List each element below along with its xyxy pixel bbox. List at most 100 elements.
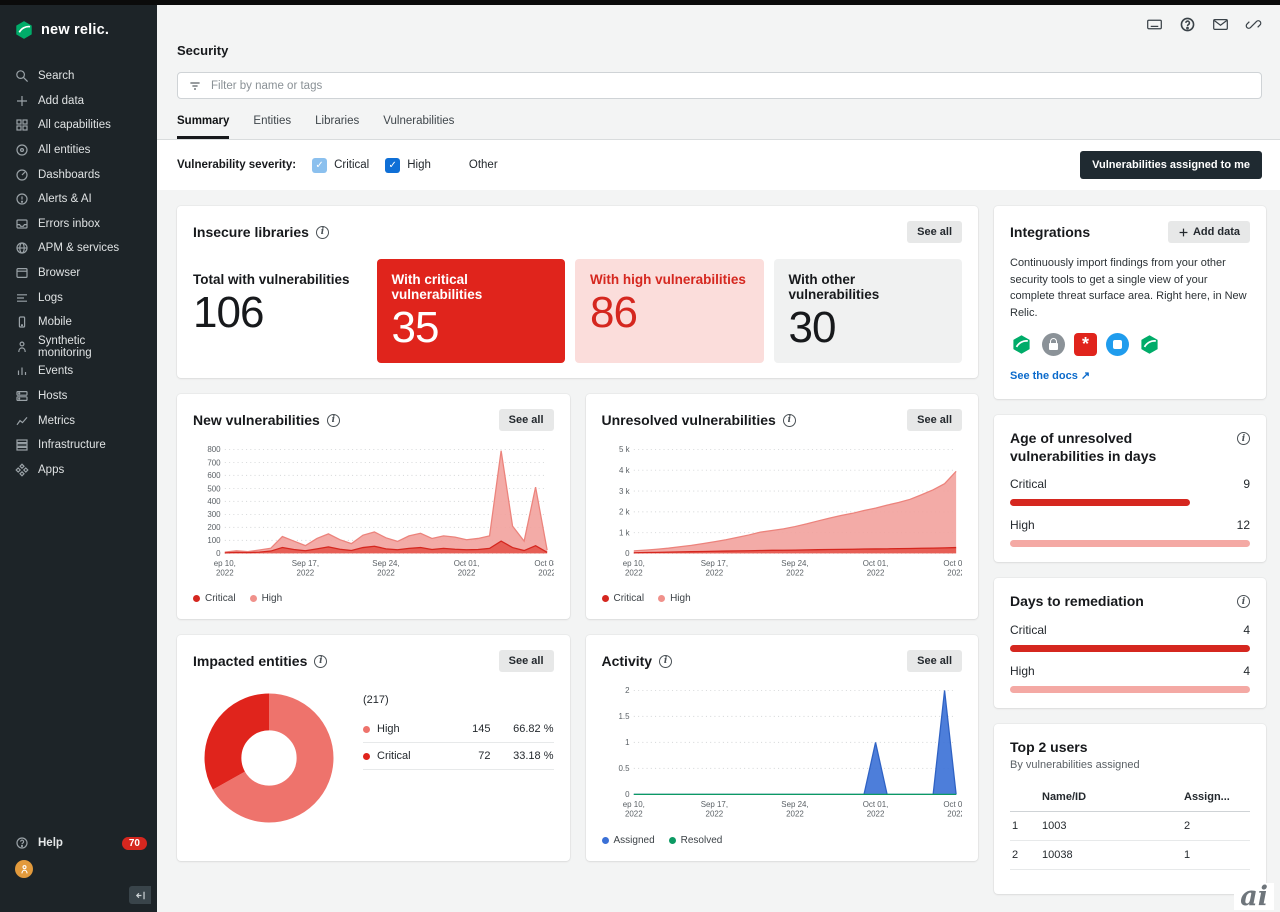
docker-icon[interactable]	[1106, 333, 1129, 356]
svg-text:300: 300	[207, 510, 221, 519]
help-badge: 70	[122, 837, 147, 850]
sidebar-item-search[interactable]: Search	[0, 64, 157, 89]
user-avatar[interactable]	[15, 860, 33, 878]
severity-other-checkbox[interactable]: Other	[447, 158, 498, 173]
severity-other-label: Other	[469, 159, 498, 171]
snowflake-icon[interactable]: *	[1074, 333, 1097, 356]
sidebar-item-events[interactable]: Events	[0, 359, 157, 384]
insecure-libraries-title: Insecure libraries	[193, 224, 309, 240]
table-row[interactable]: 1 1003 2	[1010, 812, 1250, 841]
sidebar-item-apps[interactable]: Apps	[0, 458, 157, 483]
bar-value: 12	[1237, 518, 1250, 532]
sidebar-item-all-entities[interactable]: All entities	[0, 138, 157, 163]
svg-text:1.5: 1.5	[618, 713, 630, 722]
email-icon[interactable]	[1212, 16, 1229, 33]
legend-label[interactable]: High	[670, 593, 691, 604]
top-users-table: Name/ID Assign... 1 1003 2 2 10038 1	[1010, 783, 1250, 870]
see-all-button[interactable]: See all	[907, 650, 962, 672]
sidebar-item-dashboards[interactable]: Dashboards	[0, 162, 157, 187]
tab-summary[interactable]: Summary	[177, 115, 229, 139]
keyboard-shortcuts-icon[interactable]	[1146, 16, 1163, 33]
vulnerabilities-assigned-to-me-button[interactable]: Vulnerabilities assigned to me	[1080, 151, 1262, 179]
info-icon[interactable]: i	[1237, 432, 1250, 445]
severity-high-label: High	[407, 159, 431, 171]
sidebar-item-all-capabilities[interactable]: All capabilities	[0, 113, 157, 138]
tile-label: Total with vulnerabilities	[193, 272, 352, 287]
info-icon[interactable]: i	[316, 226, 329, 239]
filter-input[interactable]	[211, 80, 1251, 92]
sidebar-item-help[interactable]: Help 70	[0, 830, 157, 856]
user-avatar-row	[0, 856, 157, 882]
sidebar-item-logs[interactable]: Logs	[0, 285, 157, 310]
see-the-docs-link[interactable]: See the docs ↗	[1010, 370, 1090, 382]
sidebar-item-synthetic-monitoring[interactable]: Synthetic monitoring	[0, 335, 157, 360]
tile-critical-vulnerabilities[interactable]: With critical vulnerabilities 35	[377, 259, 566, 363]
sidebar-item-add-data[interactable]: Add data	[0, 89, 157, 114]
svg-text:ep 10,: ep 10,	[622, 801, 644, 810]
new-vulnerabilities-chart[interactable]: 8007006005004003002001000ep 10,2022Sep 1…	[193, 441, 554, 589]
see-all-button[interactable]: See all	[907, 221, 962, 243]
svg-text:Oct 08,: Oct 08,	[943, 801, 962, 810]
svg-text:500: 500	[207, 484, 221, 493]
sidebar-item-alerts-ai[interactable]: Alerts & AI	[0, 187, 157, 212]
add-data-button[interactable]: Add data	[1168, 221, 1250, 243]
info-icon[interactable]: i	[314, 655, 327, 668]
sidebar-item-infrastructure[interactable]: Infrastructure	[0, 433, 157, 458]
tile-high-vulnerabilities[interactable]: With high vulnerabilities 86	[575, 259, 764, 363]
info-icon[interactable]: i	[327, 414, 340, 427]
legend-label[interactable]: Critical	[614, 593, 645, 604]
tab-vulnerabilities[interactable]: Vulnerabilities	[383, 115, 454, 139]
tab-bar: Summary Entities Libraries Vulnerabiliti…	[157, 99, 1280, 140]
donut-legend-row[interactable]: Critical 72 33.18 %	[363, 743, 554, 770]
unresolved-vulnerabilities-chart[interactable]: 5 k4 k3 k2 k1 k0ep 10,2022Sep 17,2022Sep…	[602, 441, 963, 589]
svg-text:Oct 08,: Oct 08,	[943, 559, 962, 568]
slice-percent: 66.82 %	[498, 723, 554, 735]
new-relic-logo[interactable]: new relic.	[0, 12, 157, 54]
table-row[interactable]: 2 10038 1	[1010, 841, 1250, 870]
bar-row-critical: Critical 9	[1010, 477, 1250, 506]
info-icon[interactable]: i	[659, 655, 672, 668]
tab-libraries[interactable]: Libraries	[315, 115, 359, 139]
legend-dot	[669, 837, 676, 844]
tile-label: With high vulnerabilities	[590, 272, 749, 287]
impacted-entities-donut[interactable]	[193, 682, 345, 839]
copy-link-icon[interactable]	[1245, 16, 1262, 33]
new-relic-icon[interactable]	[1010, 333, 1033, 356]
help-circle-icon[interactable]	[1179, 16, 1196, 33]
severity-critical-checkbox[interactable]: ✓ Critical	[312, 158, 369, 173]
sidebar-collapse-button[interactable]	[129, 886, 151, 904]
svg-text:Oct 08,: Oct 08,	[534, 559, 553, 568]
legend-label[interactable]: High	[262, 593, 283, 604]
info-icon[interactable]: i	[783, 414, 796, 427]
info-icon[interactable]: i	[1237, 595, 1250, 608]
sidebar-item-metrics[interactable]: Metrics	[0, 408, 157, 433]
svg-text:0: 0	[625, 549, 630, 558]
legend-label[interactable]: Assigned	[614, 835, 655, 846]
severity-high-checkbox[interactable]: ✓ High	[385, 158, 431, 173]
svg-text:400: 400	[207, 497, 221, 506]
tab-entities[interactable]: Entities	[253, 115, 291, 139]
sidebar-nav: Search Add data All capabilities All ent…	[0, 64, 157, 482]
activity-chart[interactable]: 21.510.50ep 10,2022Sep 17,2022Sep 24,202…	[602, 682, 963, 830]
slice-label: High	[377, 723, 444, 735]
sidebar-item-hosts[interactable]: Hosts	[0, 384, 157, 409]
legend-label[interactable]: Critical	[205, 593, 236, 604]
plus-icon	[1178, 227, 1189, 238]
column-assigned[interactable]: Assign...	[1184, 791, 1248, 803]
see-all-button[interactable]: See all	[499, 650, 554, 672]
lock-icon[interactable]	[1042, 333, 1065, 356]
svg-text:2022: 2022	[947, 810, 962, 819]
sidebar-item-browser[interactable]: Browser	[0, 261, 157, 286]
column-name-id[interactable]: Name/ID	[1042, 791, 1184, 803]
sidebar-item-apm-services[interactable]: APM & services	[0, 236, 157, 261]
see-all-button[interactable]: See all	[907, 409, 962, 431]
sidebar-item-mobile[interactable]: Mobile	[0, 310, 157, 335]
see-all-button[interactable]: See all	[499, 409, 554, 431]
unresolved-vulnerabilities-card: Unresolved vulnerabilities i See all 5 k…	[586, 394, 979, 619]
sidebar-item-errors-inbox[interactable]: Errors inbox	[0, 212, 157, 237]
legend-label[interactable]: Resolved	[681, 835, 723, 846]
filter-bar[interactable]	[177, 72, 1262, 99]
tile-other-vulnerabilities[interactable]: With other vulnerabilities 30	[774, 259, 963, 363]
new-relic-icon[interactable]	[1138, 333, 1161, 356]
donut-legend-row[interactable]: High 145 66.82 %	[363, 716, 554, 743]
